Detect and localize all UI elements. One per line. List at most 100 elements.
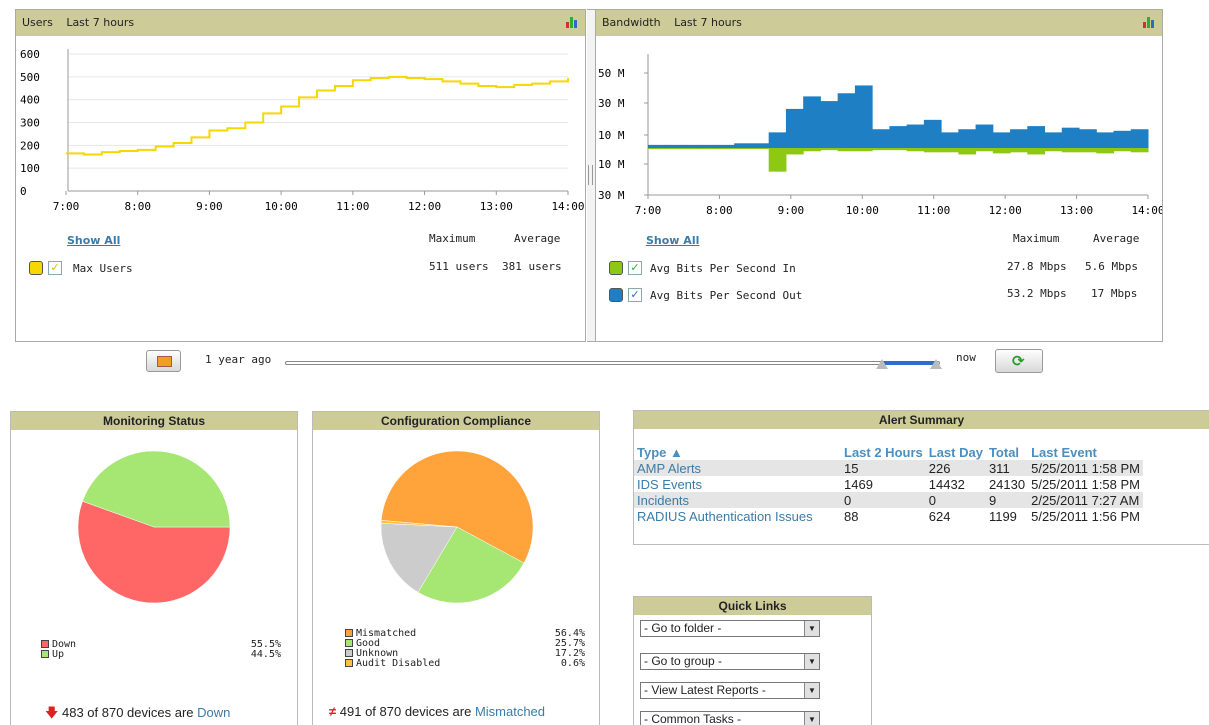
legend-swatch	[41, 640, 49, 648]
bar-in	[837, 148, 856, 152]
table-row: AMP Alerts 15 226 311 5/25/2011 1:58 PM	[634, 460, 1144, 476]
bandwidth-in-max: 27.8 Mbps	[1007, 260, 1067, 273]
bar-out	[820, 101, 839, 148]
calendar-icon	[157, 356, 172, 367]
panel-splitter[interactable]	[587, 9, 595, 342]
bar-in	[1079, 148, 1097, 153]
go-to-group-select[interactable]: - Go to group - ▼	[640, 653, 820, 670]
timeline-start-handle[interactable]	[876, 359, 888, 369]
legend-pct: 0.6%	[560, 657, 585, 669]
table-header-row: Type ▲ Last 2 Hours Last Day Total Last …	[634, 444, 1143, 460]
timeline-end-handle[interactable]	[930, 359, 942, 369]
bar-out	[716, 144, 735, 148]
x-tick-label: 11:00	[336, 200, 369, 213]
bandwidth-panel-title: Bandwidth	[602, 16, 661, 29]
users-avg-value: 381 users	[502, 260, 562, 273]
bar-chart-icon[interactable]	[1143, 16, 1156, 28]
splitter-grip-icon[interactable]	[588, 165, 593, 185]
bar-out	[1044, 132, 1063, 148]
column-header-type[interactable]: Type ▲	[634, 444, 841, 460]
timeline-track[interactable]	[285, 361, 940, 365]
bar-in	[889, 148, 908, 151]
table-cell: 14432	[928, 476, 965, 492]
alert-type-link[interactable]: AMP Alerts	[634, 460, 841, 476]
bar-in	[820, 148, 839, 151]
legend-row: Mismatched 56.4%	[345, 628, 585, 639]
refresh-button[interactable]: ⟳	[995, 349, 1043, 373]
column-header-last-event[interactable]: Last Event	[1028, 444, 1143, 460]
monitoring-status-title: Monitoring Status	[11, 412, 297, 430]
table-cell: 15	[841, 460, 926, 476]
legend-row: ✓ Avg Bits Per Second In	[609, 261, 796, 275]
bar-chart-icon[interactable]	[566, 16, 579, 28]
bar-out	[941, 132, 959, 148]
bar-out	[734, 143, 752, 148]
y-tick-label: 600	[20, 48, 40, 61]
bandwidth-panel-header: Bandwidth Last 7 hours	[596, 10, 1162, 36]
chevron-down-icon[interactable]: ▼	[804, 654, 819, 669]
bandwidth-out-avg: 17 Mbps	[1091, 287, 1138, 300]
x-tick-label: 12:00	[408, 200, 441, 213]
legend-row: Good 25.7%	[345, 638, 585, 649]
x-tick-label: 8:00	[706, 204, 733, 217]
table-cell: 5/25/2011 1:58 PM	[1031, 476, 1141, 492]
x-tick-label: 14:00	[551, 200, 584, 213]
alert-type-link[interactable]: Incidents	[634, 492, 841, 508]
monitoring-legend: Down 55.5% Up 44.5%	[41, 639, 281, 660]
compliance-status-line: ≠ 491 of 870 devices are Mismatched	[329, 704, 545, 719]
bandwidth-show-all-link[interactable]: Show All	[646, 234, 699, 247]
table-cell: 226	[925, 460, 986, 476]
bar-in	[803, 148, 821, 152]
column-header-last-day[interactable]: Last Day	[926, 444, 986, 460]
select-value: - Go to folder -	[644, 621, 722, 635]
alert-type-link[interactable]: IDS Events	[634, 476, 841, 492]
table-cell: 2/25/2011 7:27 AM	[1028, 492, 1144, 508]
common-tasks-select[interactable]: - Common Tasks - ▼	[640, 711, 820, 725]
series-color-swatch	[29, 261, 43, 275]
bar-out	[682, 144, 701, 148]
series-checkbox[interactable]: ✓	[628, 261, 642, 275]
column-header-total[interactable]: Total	[986, 444, 1028, 460]
chevron-down-icon[interactable]: ▼	[804, 621, 819, 636]
series-checkbox[interactable]: ✓	[48, 261, 62, 275]
bar-out	[958, 129, 977, 148]
bar-in	[923, 148, 942, 153]
quick-links-box: Quick Links - Go to folder - ▼ - Go to gr…	[633, 596, 872, 725]
table-cell: 311	[985, 460, 1029, 476]
x-tick-label: 14:00	[1131, 204, 1162, 217]
column-header-last-2-hours[interactable]: Last 2 Hours	[841, 444, 926, 460]
alert-type-link[interactable]: RADIUS Authentication Issues	[634, 508, 841, 524]
bandwidth-avg-header: Average	[1093, 232, 1140, 245]
go-to-folder-select[interactable]: - Go to folder - ▼	[640, 620, 820, 637]
view-latest-reports-select[interactable]: - View Latest Reports - ▼	[640, 682, 820, 699]
calendar-button[interactable]	[146, 350, 181, 372]
bar-out	[1079, 129, 1097, 148]
bar-out	[785, 108, 804, 148]
table-cell: 24130	[988, 476, 1026, 492]
bandwidth-panel: Bandwidth Last 7 hours 50 M 30 M 10 M 10 M 3…	[595, 9, 1163, 342]
chevron-down-icon[interactable]: ▼	[804, 712, 819, 725]
series-checkbox[interactable]: ✓	[628, 288, 642, 302]
x-tick-label: 9:00	[196, 200, 223, 213]
users-show-all-link[interactable]: Show All	[67, 234, 120, 247]
bar-out	[854, 85, 873, 148]
bar-in	[1027, 148, 1046, 155]
users-max-value: 511 users	[429, 260, 489, 273]
bar-in	[716, 148, 735, 150]
mismatched-devices-link[interactable]: Mismatched	[475, 704, 545, 719]
alert-summary-title: Alert Summary	[634, 411, 1209, 429]
bandwidth-chart: 50 M 30 M 10 M 10 M 30 M 7:00 8:00 9:00 10:00 11:…	[598, 54, 1162, 217]
bar-in	[751, 148, 770, 150]
bandwidth-in-avg: 5.6 Mbps	[1085, 260, 1138, 273]
x-tick-label: 7:00	[635, 204, 662, 217]
timeline-selected-range	[882, 361, 936, 365]
bar-out	[648, 144, 666, 148]
table-cell: 0	[925, 492, 986, 508]
chevron-down-icon[interactable]: ▼	[804, 683, 819, 698]
users-panel-title: Users	[22, 16, 53, 29]
series-label: Avg Bits Per Second Out	[650, 288, 803, 302]
y-tick-label: 10 M	[598, 158, 625, 171]
bar-out	[923, 119, 942, 148]
table-cell: 1199	[988, 508, 1017, 524]
down-devices-link[interactable]: Down	[197, 705, 230, 720]
